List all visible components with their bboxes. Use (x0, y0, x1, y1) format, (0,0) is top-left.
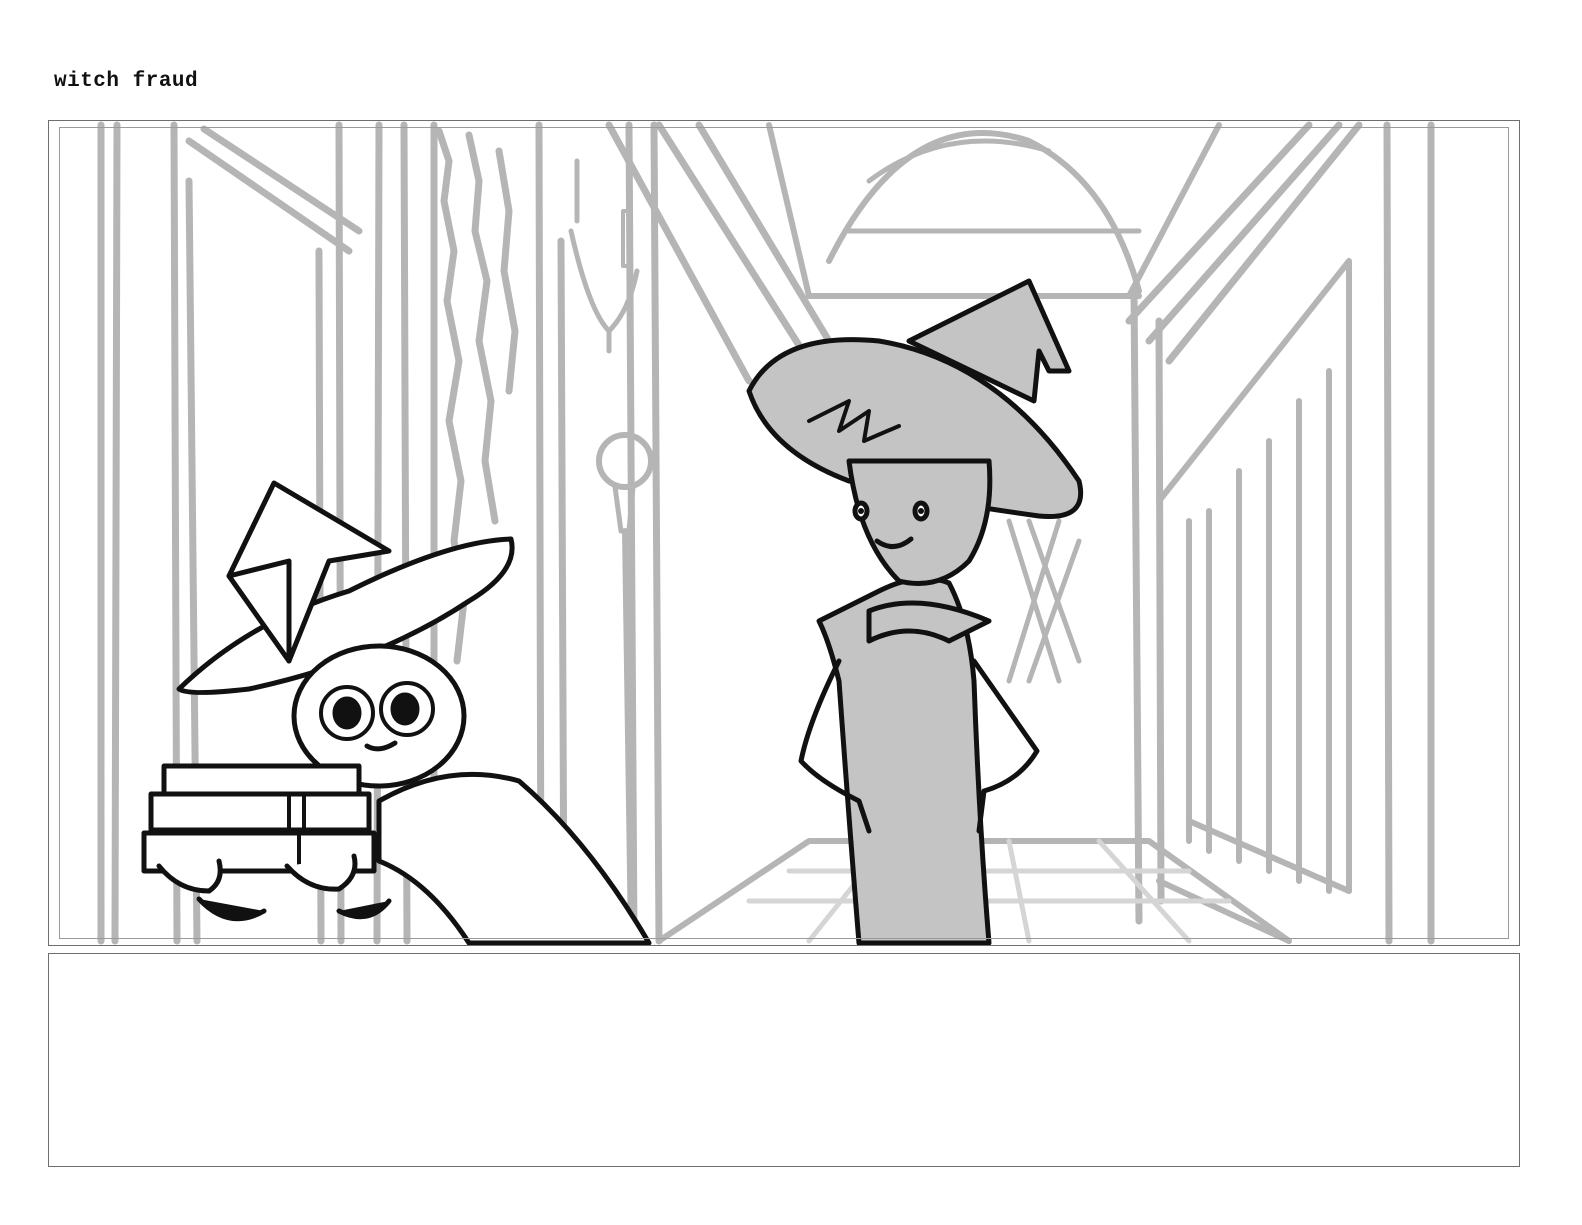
panel-notes-box[interactable] (48, 953, 1520, 1167)
storyboard-panel (48, 120, 1520, 946)
sheet-title: witch fraud (54, 70, 199, 93)
safe-area-frame (59, 127, 1509, 939)
